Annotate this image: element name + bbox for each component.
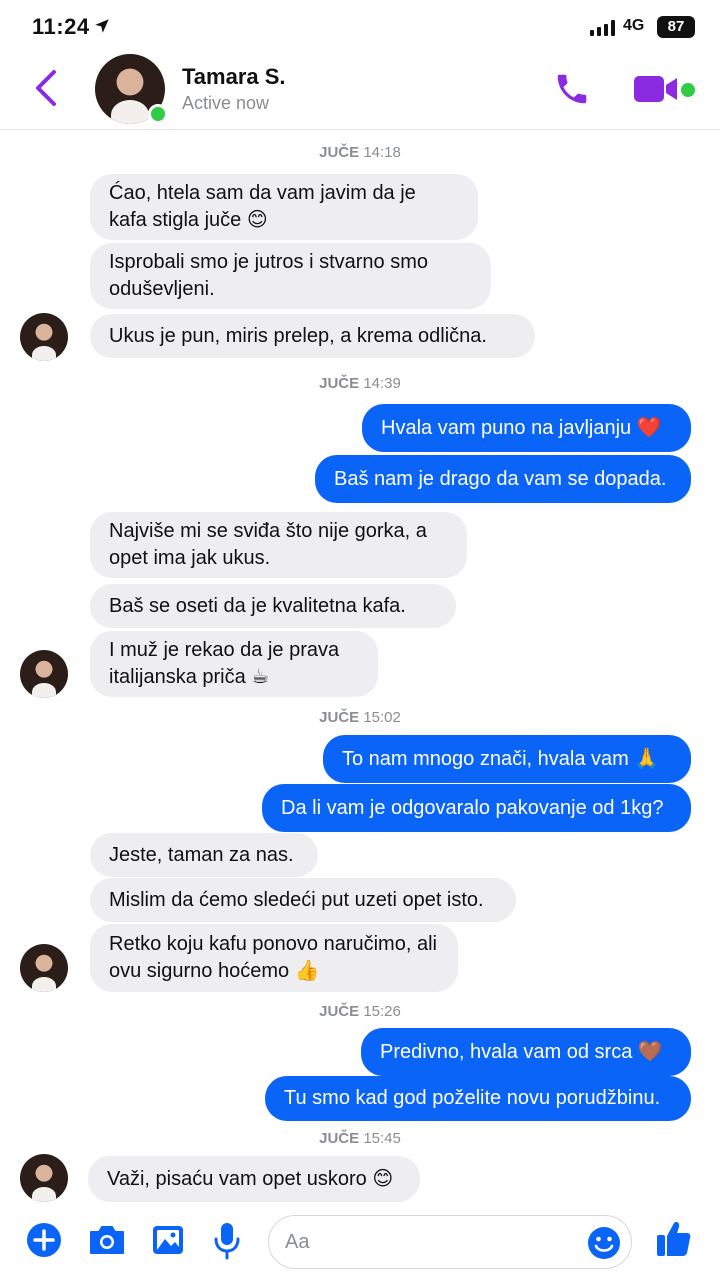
contact-name[interactable]: Tamara S. <box>182 64 286 90</box>
avatar[interactable] <box>20 650 68 698</box>
message-bubble-incoming[interactable]: Retko koju kafu ponovo naručimo, ali ovu… <box>90 924 458 992</box>
message-bubble-incoming[interactable]: I muž je rekao da je prava italijanska p… <box>90 631 378 697</box>
timestamp-divider: JUČE 14:18 <box>319 144 401 161</box>
network-type: 4G <box>623 17 645 34</box>
timestamp-divider: JUČE 15:26 <box>319 1003 401 1020</box>
message-bubble-incoming[interactable]: Isprobali smo je jutros i stvarno smo od… <box>90 243 491 309</box>
message-bubble-outgoing[interactable]: Baš nam je drago da vam se dopada. <box>315 455 691 503</box>
phone-icon[interactable] <box>553 70 591 108</box>
message-bubble-outgoing[interactable]: Da li vam je odgovaralo pakovanje od 1kg… <box>262 784 691 832</box>
avatar[interactable] <box>20 944 68 992</box>
contact-status: Active now <box>182 93 270 113</box>
message-input[interactable] <box>269 1216 559 1268</box>
battery-indicator: 87 <box>657 16 695 38</box>
message-bubble-incoming[interactable]: Mislim da ćemo sledeći put uzeti opet is… <box>90 878 516 922</box>
message-bubble-outgoing[interactable]: To nam mnogo znači, hvala vam 🙏 <box>323 735 691 783</box>
message-bubble-incoming[interactable]: Baš se oseti da je kvalitetna kafa. <box>90 584 456 628</box>
message-bubble-outgoing[interactable]: Hvala vam puno na javljanju ❤️ <box>362 404 691 452</box>
plus-icon[interactable] <box>26 1222 62 1258</box>
message-thread[interactable]: JUČE 14:18 Ćao, htela sam da vam javim d… <box>0 131 720 1206</box>
message-bubble-outgoing[interactable]: Predivno, hvala vam od srca 🤎 <box>361 1028 691 1076</box>
chat-header: Tamara S. Active now <box>0 52 720 130</box>
video-active-indicator <box>681 83 695 97</box>
status-time: 11:24 <box>32 14 90 39</box>
signal-strength-icon <box>590 20 615 36</box>
chevron-left-icon[interactable] <box>30 68 62 108</box>
avatar[interactable] <box>20 1154 68 1202</box>
avatar[interactable] <box>20 313 68 361</box>
thumbs-up-icon[interactable] <box>656 1220 692 1258</box>
message-composer <box>0 1206 720 1279</box>
message-bubble-incoming[interactable]: Najviše mi se sviđa što nije gorka, a op… <box>90 512 467 578</box>
message-bubble-incoming[interactable]: Jeste, taman za nas. <box>90 833 318 877</box>
microphone-icon[interactable] <box>213 1221 241 1261</box>
online-indicator <box>148 104 168 124</box>
message-bubble-outgoing[interactable]: Tu smo kad god poželite novu porudžbinu. <box>265 1076 691 1121</box>
timestamp-divider: JUČE 15:02 <box>319 709 401 726</box>
timestamp-divider: JUČE 15:45 <box>319 1130 401 1147</box>
image-icon[interactable] <box>151 1224 185 1256</box>
message-bubble-incoming[interactable]: Ukus je pun, miris prelep, a krema odlič… <box>90 314 535 358</box>
camera-icon[interactable] <box>88 1224 126 1256</box>
smiley-icon[interactable] <box>587 1226 621 1260</box>
timestamp-divider: JUČE 14:39 <box>319 375 401 392</box>
video-camera-icon[interactable] <box>633 74 679 104</box>
message-bubble-incoming[interactable]: Važi, pisaću vam opet uskoro 😊 <box>88 1156 420 1202</box>
message-bubble-incoming[interactable]: Ćao, htela sam da vam javim da je kafa s… <box>90 174 478 240</box>
location-arrow-icon <box>95 19 109 33</box>
status-bar: 11:24 4G 87 <box>0 0 720 56</box>
message-input-box[interactable] <box>268 1215 632 1269</box>
